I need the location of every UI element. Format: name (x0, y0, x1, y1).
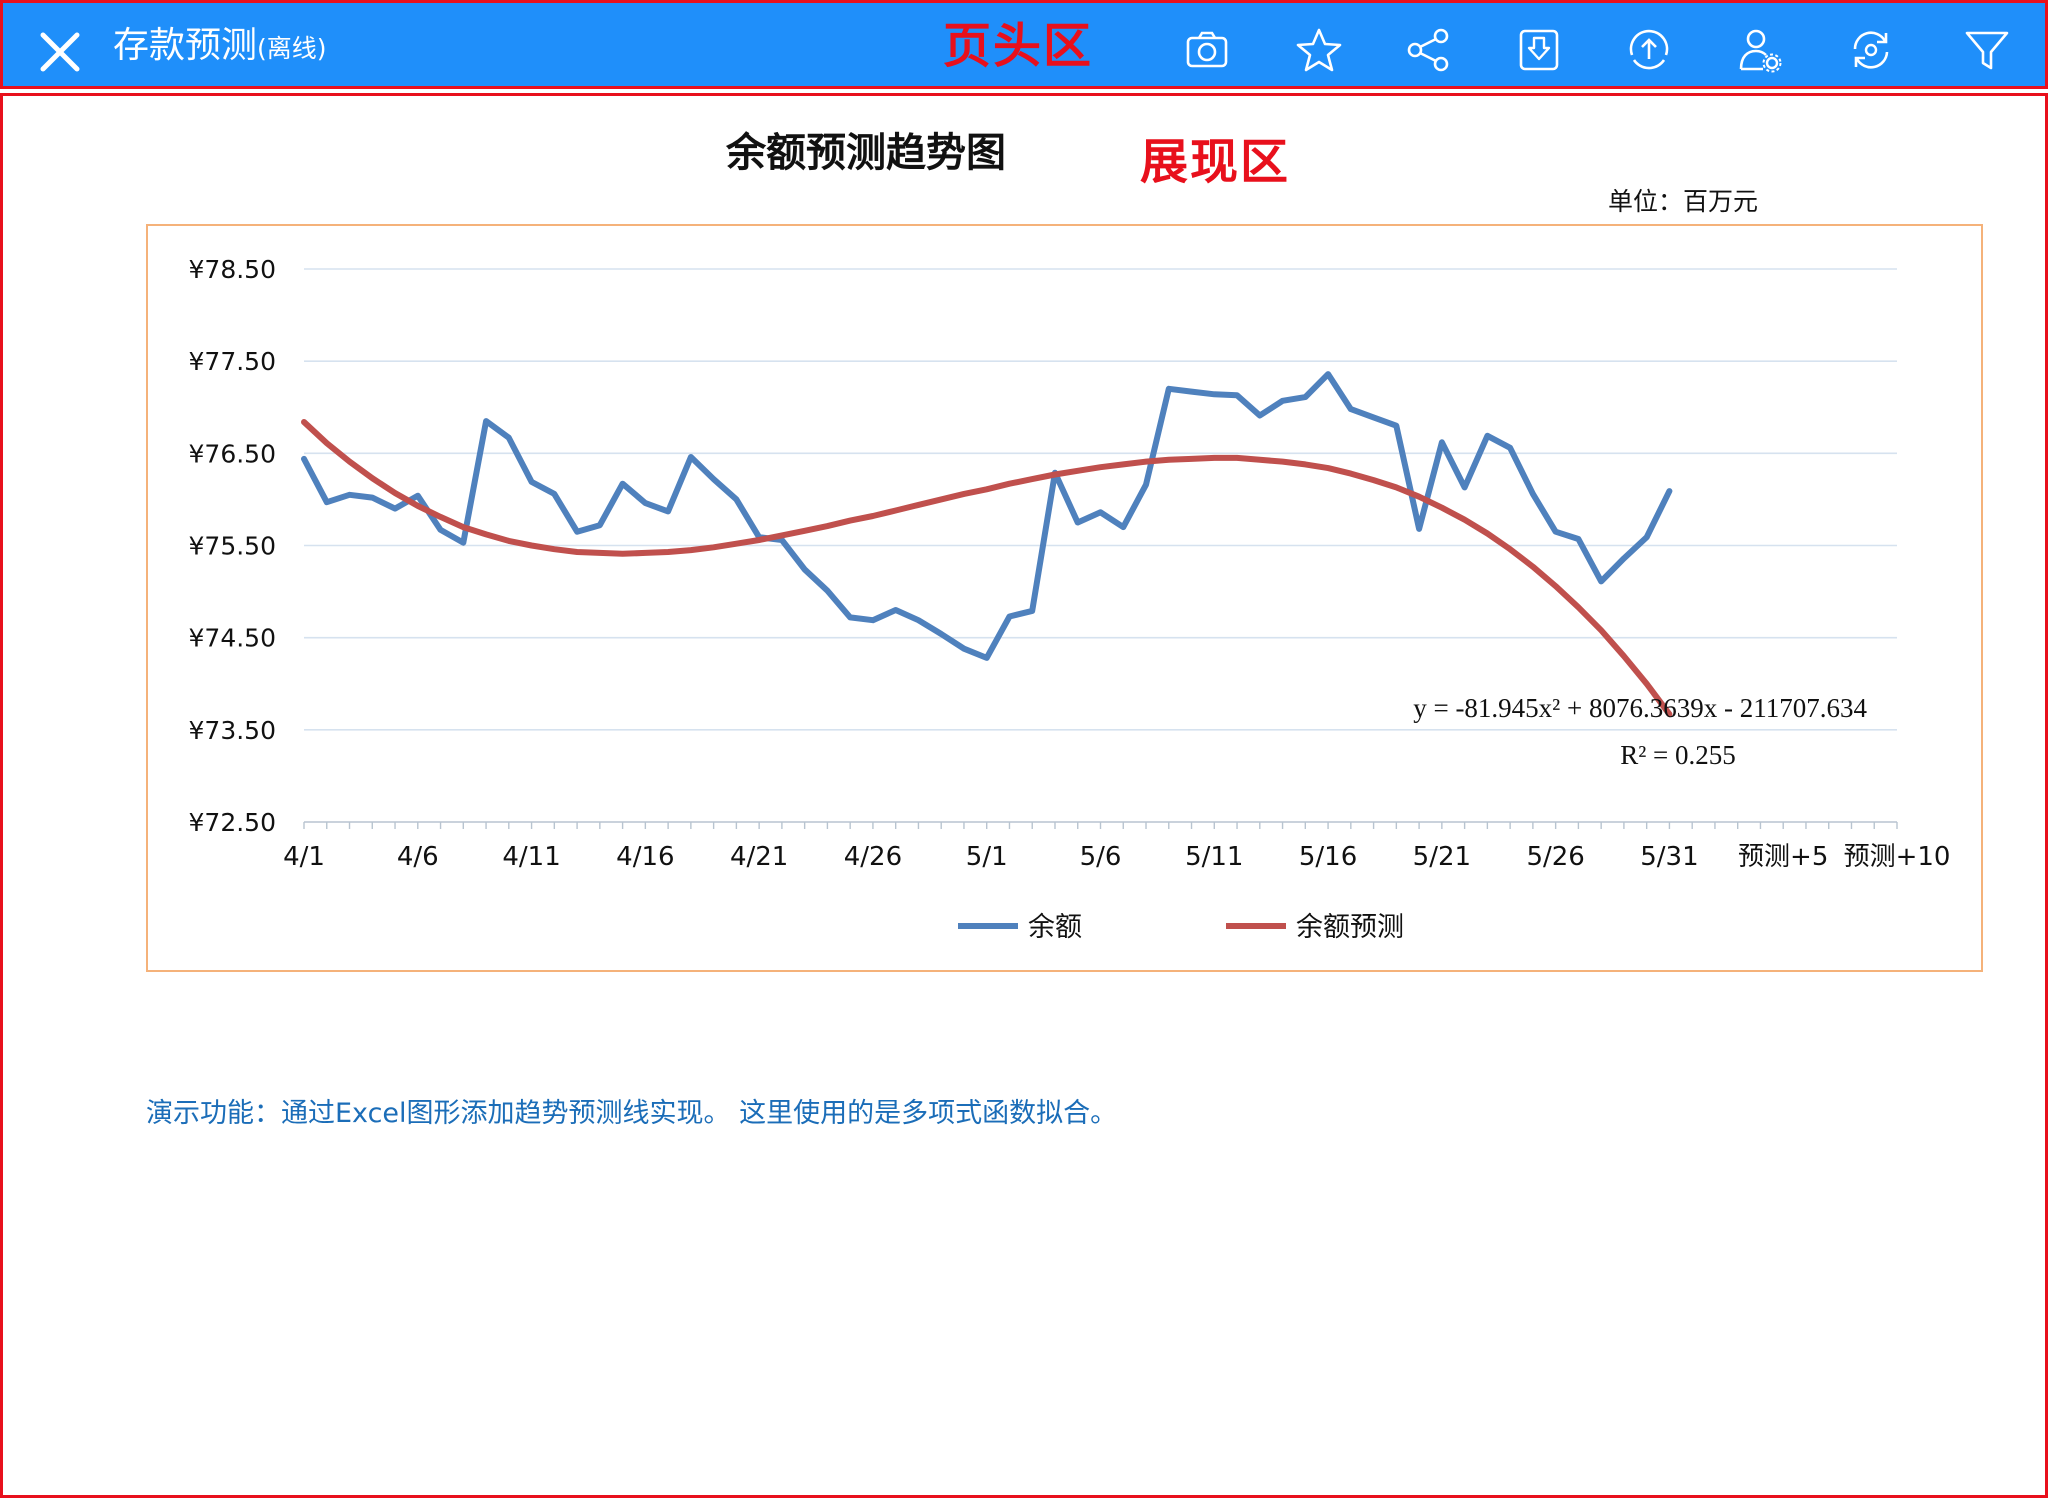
filter-icon (1965, 31, 2009, 70)
user-settings-icon (1739, 29, 1782, 73)
legend-label: 余额 (1028, 912, 1082, 943)
user-settings-button[interactable] (1735, 25, 1785, 75)
trendline-equation: y = -81.945x² + 8076.3639x - 211707.634 (1413, 693, 1867, 723)
download-button[interactable] (1514, 25, 1564, 75)
refresh-button[interactable] (1846, 25, 1896, 75)
x-tick-label: 4/16 (616, 842, 674, 872)
x-tick-label: 4/6 (397, 842, 439, 872)
x-tick-label: 4/11 (502, 842, 560, 872)
x-tick-label: 4/26 (844, 842, 902, 872)
x-tick-label: 4/21 (730, 842, 788, 872)
app-title: 存款预测(离线) (113, 23, 327, 72)
y-tick-label: ¥76.50 (189, 439, 276, 468)
page-header: 存款预测(离线) 页头区 (0, 0, 2048, 89)
upload-icon (1629, 29, 1669, 70)
unit-label: 单位：百万元 (1608, 187, 1759, 216)
x-tick-label: 5/6 (1080, 842, 1122, 872)
legend-label: 余额预测 (1296, 912, 1404, 943)
description-text: 演示功能：通过Excel图形添加趋势预测线实现。 这里使用的是多项式函数拟合。 (146, 1098, 1118, 1129)
close-icon (40, 32, 80, 72)
y-tick-label: ¥73.50 (189, 716, 276, 745)
y-tick-label: ¥78.50 (189, 255, 276, 284)
x-tick-label: 5/16 (1299, 842, 1357, 872)
series-line-balance (301, 371, 1673, 661)
x-tick-label: 5/1 (966, 842, 1008, 872)
x-tick-label: 预测+10 (1844, 842, 1951, 872)
x-tick-label: 5/21 (1413, 842, 1471, 872)
filter-button[interactable] (1962, 25, 2012, 75)
series-line-forecast (301, 419, 1673, 718)
camera-button[interactable] (1182, 25, 1232, 75)
share-icon (1407, 28, 1449, 72)
y-tick-label: ¥72.50 (189, 808, 276, 837)
content-zone-label: 展现区 (1140, 134, 1291, 190)
star-icon (1296, 28, 1342, 72)
x-tick-label: 5/31 (1640, 842, 1698, 872)
chart-container: ¥78.50 ¥77.50 ¥76.50 ¥75.50 ¥74.50 ¥73.50 ¥72.… (146, 224, 1983, 972)
line-chart: ¥78.50 ¥77.50 ¥76.50 ¥75.50 ¥74.50 ¥73.50 ¥72.… (189, 255, 1951, 943)
header-zone-label: 页头区 (943, 18, 1094, 74)
app-title-text: 存款预测 (113, 25, 258, 66)
close-button[interactable] (31, 23, 89, 81)
x-tick-label: 5/26 (1526, 842, 1584, 872)
download-icon (1519, 29, 1559, 71)
x-tick-label: 4/1 (283, 842, 325, 872)
upload-button[interactable] (1624, 25, 1674, 75)
y-tick-label: ¥74.50 (189, 624, 276, 653)
share-button[interactable] (1403, 25, 1453, 75)
favorite-button[interactable] (1294, 25, 1344, 75)
x-tick-label: 预测+5 (1738, 842, 1828, 872)
app-title-suffix: (离线) (257, 34, 327, 63)
y-tick-label: ¥75.50 (189, 532, 276, 561)
chart-title: 余额预测趋势图 (726, 130, 1006, 176)
x-tick-label: 5/11 (1185, 842, 1243, 872)
camera-icon (1186, 31, 1228, 68)
refresh-icon (1853, 31, 1889, 69)
r-squared-label: R² = 0.255 (1620, 740, 1736, 770)
y-tick-label: ¥77.50 (189, 347, 276, 376)
